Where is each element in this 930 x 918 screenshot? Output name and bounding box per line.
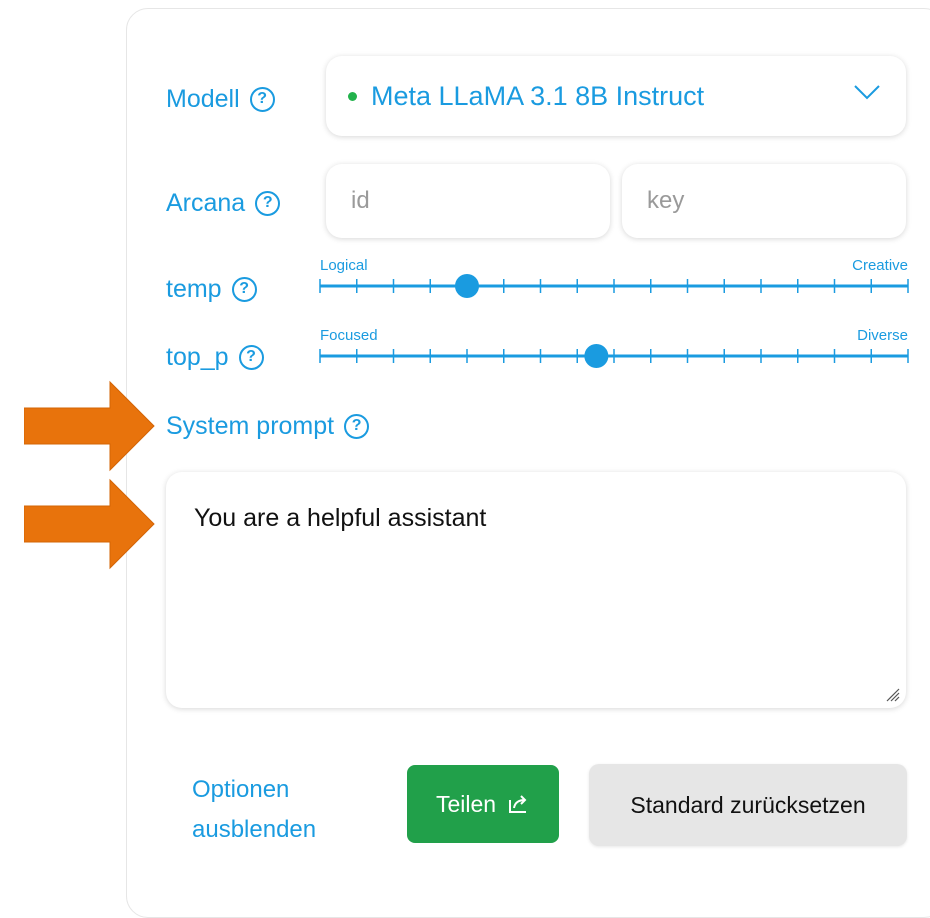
arcana-help-icon[interactable]: ?: [255, 190, 281, 216]
model-select[interactable]: Meta LLaMA 3.1 8B Instruct: [326, 56, 906, 136]
arcana-key-input[interactable]: key: [622, 164, 906, 238]
arcana-label-row: Arcana ?: [166, 188, 281, 218]
arcana-id-placeholder: id: [351, 187, 370, 214]
temp-slider-thumb[interactable]: [455, 274, 479, 298]
hide-options-line2: ausblenden: [192, 816, 317, 843]
temp-help-icon[interactable]: ?: [231, 276, 257, 302]
model-label: Modell: [166, 85, 240, 113]
top-p-label: top_p: [166, 343, 229, 371]
top-p-slider-track: [319, 344, 909, 368]
resize-grip-icon[interactable]: [884, 686, 900, 702]
system-prompt-help-icon[interactable]: ?: [344, 413, 370, 439]
system-prompt-label-row: System prompt ?: [166, 411, 370, 441]
model-select-value: Meta LLaMA 3.1 8B Instruct: [371, 80, 705, 111]
annotation-arrow-system-prompt-icon: [24, 380, 155, 472]
top-p-label-row: top_p ?: [166, 342, 264, 372]
hide-options-link[interactable]: Optionen ausblenden: [192, 770, 316, 850]
temp-slider[interactable]: Logical Creative: [318, 258, 910, 298]
model-help-icon[interactable]: ?: [249, 86, 275, 112]
temp-label-row: temp ?: [166, 274, 257, 304]
arcana-key-placeholder: key: [647, 187, 685, 214]
top-p-slider-thumb[interactable]: [584, 344, 609, 368]
share-button-label: Teilen: [435, 790, 497, 817]
system-prompt-textarea[interactable]: You are a helpful assistant: [166, 472, 906, 708]
model-status-dot-icon: [348, 91, 357, 101]
arcana-id-input[interactable]: id: [326, 164, 610, 238]
top-p-slider[interactable]: Focused Diverse: [318, 328, 910, 368]
share-icon: [509, 795, 527, 813]
top-p-help-icon[interactable]: ?: [238, 344, 264, 370]
system-prompt-label: System prompt: [166, 412, 335, 440]
system-prompt-value: You are a helpful assistant: [194, 504, 487, 532]
annotation-arrow-textarea-icon: [24, 478, 155, 570]
reset-defaults-button[interactable]: Standard zurücksetzen: [589, 764, 907, 846]
reset-defaults-label: Standard zurücksetzen: [630, 791, 866, 818]
chevron-down-icon: [854, 85, 880, 100]
share-button[interactable]: Teilen: [407, 765, 559, 843]
hide-options-line1: Optionen: [192, 776, 290, 803]
arcana-label: Arcana: [166, 189, 246, 217]
temp-slider-track: [319, 274, 909, 298]
temp-label: temp: [166, 275, 222, 303]
model-label-row: Modell ?: [166, 84, 275, 114]
